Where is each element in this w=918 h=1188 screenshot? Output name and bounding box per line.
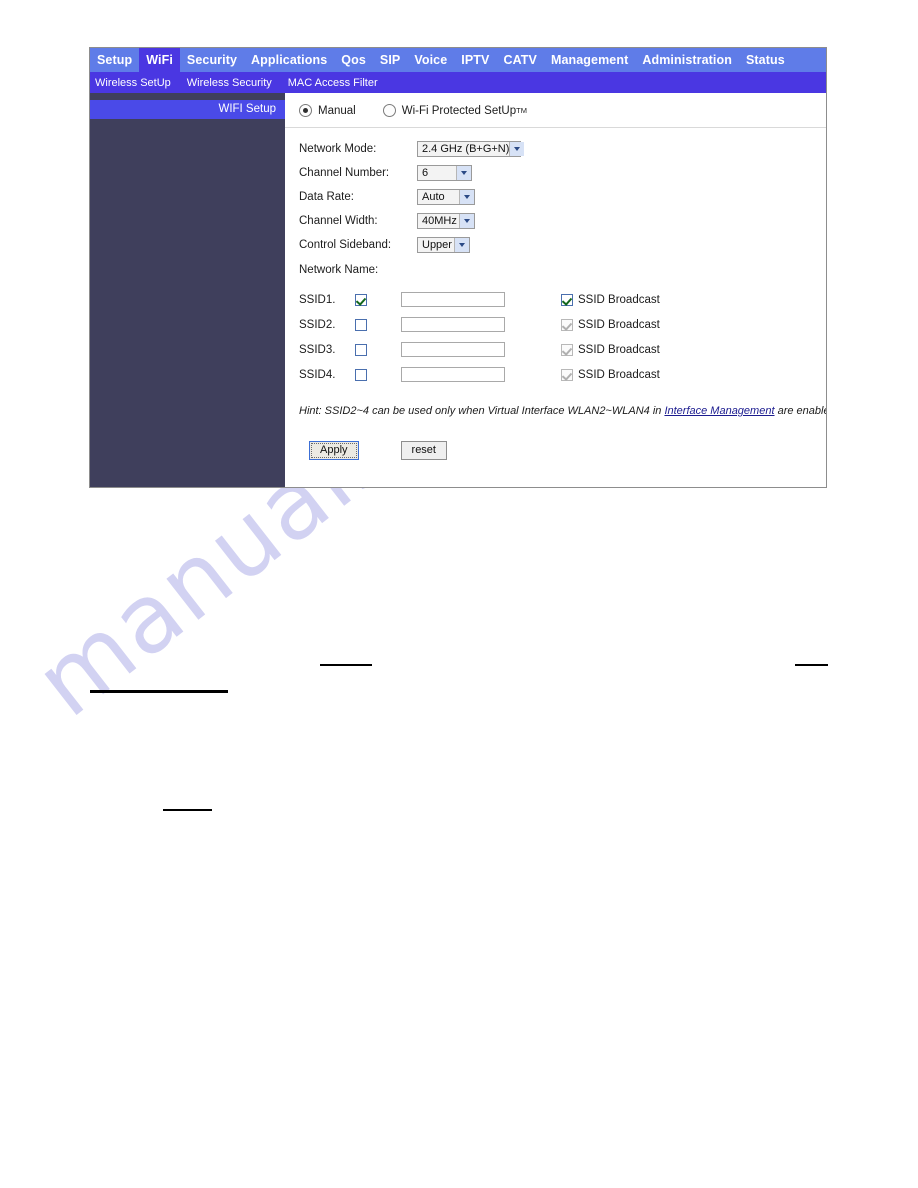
topnav-item-administration[interactable]: Administration xyxy=(635,48,739,72)
control-sideband-select[interactable]: Upper xyxy=(417,237,470,253)
interface-management-link[interactable]: Interface Management xyxy=(664,405,774,417)
ssid4-name-input[interactable] xyxy=(401,367,505,382)
form-actions: Apply reset xyxy=(285,417,826,460)
hint-prefix: Hint: SSID2~4 can be used only when Virt… xyxy=(299,405,665,417)
ssid-row-3: SSID3. SSID Broadcast xyxy=(285,337,826,362)
topnav-item-setup[interactable]: Setup xyxy=(90,48,139,72)
ssid-row-4: SSID4. SSID Broadcast xyxy=(285,362,826,387)
ssid4-broadcast-checkbox xyxy=(561,368,573,381)
ssid2-broadcast-option: SSID Broadcast xyxy=(561,318,660,331)
channel-number-select[interactable]: 6 xyxy=(417,165,472,181)
radio-wps-icon xyxy=(382,104,396,117)
radio-manual-label: Manual xyxy=(318,104,356,117)
network-mode-label: Network Mode: xyxy=(299,143,377,155)
setup-mode-radio-group: Manual Wi-Fi Protected SetUp TM xyxy=(285,93,826,128)
ssid1-enable-checkbox[interactable] xyxy=(355,293,367,306)
chevron-down-icon xyxy=(509,142,525,156)
ssid1-broadcast-label: SSID Broadcast xyxy=(578,293,660,306)
sub-navigation-bar: Wireless SetUp Wireless Security MAC Acc… xyxy=(90,72,826,93)
radio-option-wps[interactable]: Wi-Fi Protected SetUp TM xyxy=(382,104,527,117)
topnav-item-voice[interactable]: Voice xyxy=(407,48,454,72)
ssid4-broadcast-option: SSID Broadcast xyxy=(561,368,660,381)
sidebar-item-wifi-setup[interactable]: WIFI Setup xyxy=(90,100,285,119)
form-row-data-rate: Data Rate: Auto xyxy=(299,185,826,209)
topnav-item-catv[interactable]: CATV xyxy=(496,48,544,72)
page-body: WIFI Setup Manual Wi-Fi Protected SetUp T… xyxy=(90,93,826,487)
chevron-down-icon xyxy=(459,214,474,228)
ssid1-broadcast-checkbox[interactable] xyxy=(561,293,573,306)
ssid3-broadcast-option: SSID Broadcast xyxy=(561,343,660,356)
radio-wps-label: Wi-Fi Protected SetUp xyxy=(401,104,517,117)
ssid4-enable-checkbox[interactable] xyxy=(355,368,367,381)
sidebar: WIFI Setup xyxy=(90,93,285,487)
ssid4-broadcast-label: SSID Broadcast xyxy=(578,368,660,381)
channel-width-select[interactable]: 40MHz xyxy=(417,213,475,229)
ssid2-label: SSID2. xyxy=(299,318,336,331)
ssid2-name-input[interactable] xyxy=(401,317,505,332)
control-sideband-label: Control Sideband: xyxy=(299,239,392,251)
radio-wps-superscript: TM xyxy=(516,106,527,115)
wireless-settings-form: Network Mode: 2.4 GHz (B+G+N) Channel Nu… xyxy=(285,128,826,283)
subnav-item-wireless-setup[interactable]: Wireless SetUp xyxy=(95,77,179,89)
ssid-table: SSID1. SSID Broadcast SSID2. SSID Broadc… xyxy=(285,287,826,387)
hint-text: Hint: SSID2~4 can be used only when Virt… xyxy=(285,387,826,417)
ssid4-label: SSID4. xyxy=(299,368,336,381)
redaction-rule-1 xyxy=(320,664,372,666)
subnav-item-wireless-security[interactable]: Wireless Security xyxy=(187,77,280,89)
channel-width-value: 40MHz xyxy=(422,215,457,227)
redaction-rule-3 xyxy=(90,690,228,693)
ssid3-enable-checkbox[interactable] xyxy=(355,343,367,356)
ssid3-broadcast-label: SSID Broadcast xyxy=(578,343,660,356)
network-mode-value: 2.4 GHz (B+G+N) xyxy=(422,143,510,155)
channel-number-label: Channel Number: xyxy=(299,167,390,179)
data-rate-label: Data Rate: xyxy=(299,191,354,203)
hint-suffix: are enabled. xyxy=(777,405,826,417)
topnav-item-iptv[interactable]: IPTV xyxy=(454,48,496,72)
channel-number-value: 6 xyxy=(422,167,429,179)
redaction-rule-2 xyxy=(795,664,828,666)
data-rate-select[interactable]: Auto xyxy=(417,189,475,205)
topnav-item-status[interactable]: Status xyxy=(739,48,792,72)
ssid-row-2: SSID2. SSID Broadcast xyxy=(285,312,826,337)
chevron-down-icon xyxy=(459,190,474,204)
topnav-item-security[interactable]: Security xyxy=(180,48,244,72)
content-area: Manual Wi-Fi Protected SetUp TM Network M… xyxy=(285,93,826,487)
subnav-item-mac-access-filter[interactable]: MAC Access Filter xyxy=(288,77,386,89)
channel-width-label: Channel Width: xyxy=(299,215,378,227)
ssid3-broadcast-checkbox xyxy=(561,343,573,356)
network-mode-select[interactable]: 2.4 GHz (B+G+N) xyxy=(417,141,525,157)
ssid1-broadcast-option[interactable]: SSID Broadcast xyxy=(561,293,660,306)
form-row-channel-width: Channel Width: 40MHz xyxy=(299,209,826,233)
ssid2-broadcast-label: SSID Broadcast xyxy=(578,318,660,331)
ssid3-label: SSID3. xyxy=(299,343,336,356)
ssid2-enable-checkbox[interactable] xyxy=(355,318,367,331)
topnav-item-sip[interactable]: SIP xyxy=(373,48,407,72)
ssid-row-1: SSID1. SSID Broadcast xyxy=(285,287,826,312)
network-name-label: Network Name: xyxy=(299,264,379,276)
ssid1-label: SSID1. xyxy=(299,293,336,306)
form-row-network-mode: Network Mode: 2.4 GHz (B+G+N) xyxy=(299,137,826,161)
ssid1-name-input[interactable] xyxy=(401,292,505,307)
chevron-down-icon xyxy=(454,238,469,252)
radio-option-manual[interactable]: Manual xyxy=(299,104,356,117)
top-navigation-bar: Setup WiFi Security Applications Qos SIP… xyxy=(90,48,826,72)
chevron-down-icon xyxy=(456,166,471,180)
topnav-item-applications[interactable]: Applications xyxy=(244,48,334,72)
topnav-item-management[interactable]: Management xyxy=(544,48,635,72)
topnav-item-wifi[interactable]: WiFi xyxy=(139,48,180,72)
form-row-control-sideband: Control Sideband: Upper xyxy=(299,233,826,257)
apply-button[interactable]: Apply xyxy=(309,441,359,460)
router-admin-ui-panel: Setup WiFi Security Applications Qos SIP… xyxy=(89,47,827,488)
redaction-rule-4 xyxy=(163,809,212,811)
topnav-item-qos[interactable]: Qos xyxy=(334,48,373,72)
ssid3-name-input[interactable] xyxy=(401,342,505,357)
radio-manual-icon xyxy=(299,104,312,117)
ssid2-broadcast-checkbox xyxy=(561,318,573,331)
form-row-network-name: Network Name: xyxy=(299,257,826,283)
form-row-channel-number: Channel Number: 6 xyxy=(299,161,826,185)
reset-button[interactable]: reset xyxy=(400,441,447,460)
data-rate-value: Auto xyxy=(422,191,445,203)
control-sideband-value: Upper xyxy=(422,239,452,251)
